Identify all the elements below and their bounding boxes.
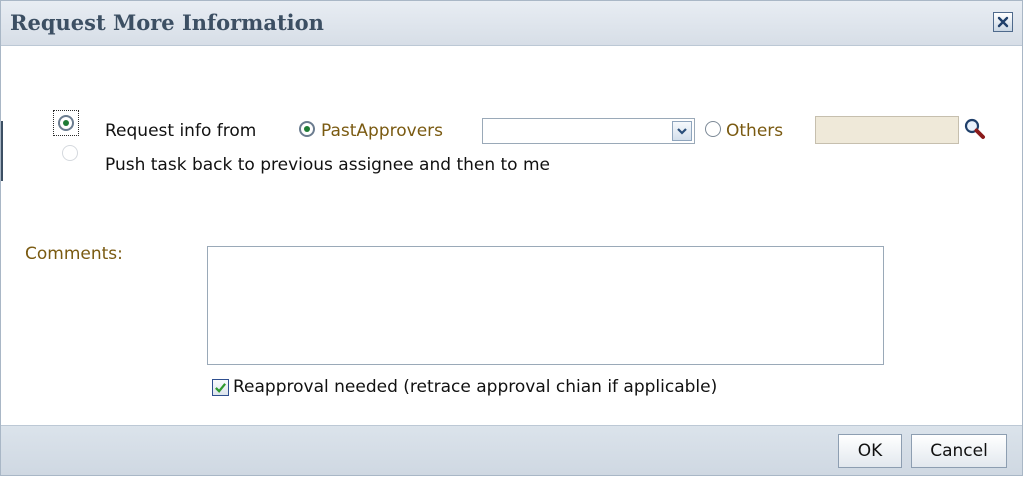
past-approvers-radio[interactable] [299, 121, 315, 137]
push-task-back-label: Push task back to previous assignee and … [105, 155, 551, 175]
comments-label: Comments: [25, 244, 123, 264]
left-edge-rule [1, 121, 3, 181]
others-input[interactable] [815, 116, 959, 144]
reapproval-label: Reapproval needed (retrace approval chia… [233, 377, 718, 397]
past-approvers-label: PastApprovers [321, 121, 444, 141]
others-radio[interactable] [705, 121, 721, 137]
close-icon[interactable] [993, 12, 1013, 32]
request-info-radio[interactable] [58, 115, 74, 131]
search-icon[interactable] [964, 116, 986, 142]
ok-button[interactable]: OK [838, 434, 902, 468]
cancel-button[interactable]: Cancel [911, 434, 1007, 468]
request-info-label: Request info from [105, 121, 257, 141]
others-label: Others [726, 121, 784, 141]
request-more-information-dialog: Request More Information Request info fr… [0, 0, 1023, 476]
chevron-down-icon[interactable] [672, 121, 692, 141]
push-task-back-radio[interactable] [62, 145, 78, 161]
dialog-footer: OK Cancel [1, 425, 1022, 475]
past-approvers-select[interactable] [482, 118, 695, 144]
reapproval-checkbox[interactable] [212, 379, 229, 396]
checkmark-icon [215, 383, 227, 393]
comments-textarea[interactable] [207, 246, 884, 365]
dialog-title-bar: Request More Information [1, 1, 1022, 46]
dialog-title: Request More Information [10, 10, 324, 35]
